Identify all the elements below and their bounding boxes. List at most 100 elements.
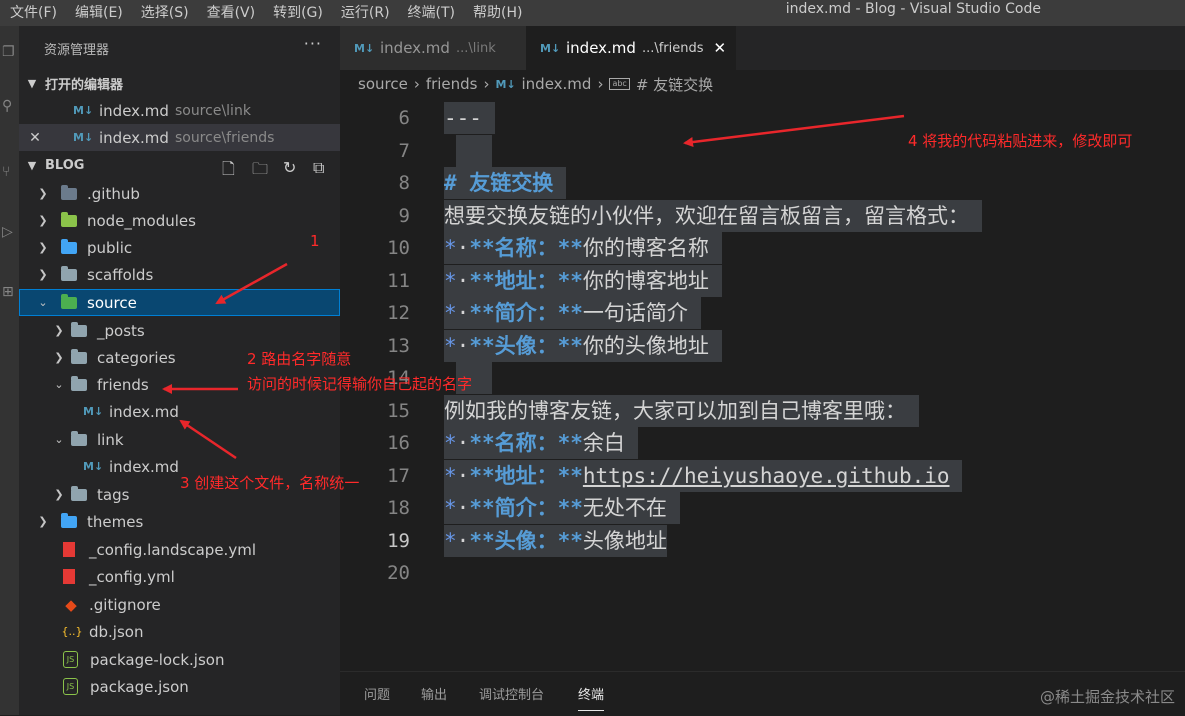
list-bullet: *: [444, 496, 457, 520]
menu-view[interactable]: 查看(V): [197, 4, 264, 22]
watermark: @稀土掘金技术社区: [1039, 688, 1175, 706]
tree-item-config[interactable]: _config.yml: [19, 563, 340, 590]
panel-tab-output[interactable]: 输出: [421, 684, 447, 703]
tree-item-github[interactable]: ❯ .github: [19, 180, 340, 207]
tree-item-label: link: [97, 430, 124, 449]
bold-label: **名称：**: [469, 431, 583, 455]
tree-item-label: categories: [97, 348, 176, 367]
frontmatter-divider: ---: [444, 106, 482, 130]
chevron-right-icon: ❯: [38, 214, 48, 227]
open-editors-header[interactable]: ▼ 打开的编辑器: [19, 70, 340, 97]
tree-item-config-landscape[interactable]: _config.landscape.yml: [19, 536, 340, 563]
blog-folder-title: BLOG: [45, 158, 85, 173]
code-line: 例如我的博客友链，大家可以加到自己博客里哦：: [444, 395, 919, 427]
tree-item-link[interactable]: ⌄ link: [19, 426, 340, 453]
menu-edit[interactable]: 编辑(E): [65, 4, 131, 22]
menu-selection[interactable]: 选择(S): [131, 4, 197, 22]
bold-label: **地址：**: [469, 464, 583, 488]
menu-go[interactable]: 转到(G): [263, 4, 331, 22]
git-icon: ◆: [65, 595, 77, 614]
url-link[interactable]: https://heiyushaoye.github.io: [583, 464, 950, 488]
tree-item-package-lock[interactable]: JS package-lock.json: [19, 646, 340, 673]
annotation-2-line1: 2 路由名字随意: [247, 350, 352, 368]
tab-friends-index[interactable]: M↓ index.md ...\friends ✕: [526, 26, 736, 70]
tree-item-label: db.json: [89, 622, 144, 641]
activity-bar: ❐ ⚲ ⑂ ▷ ⊞: [0, 26, 19, 715]
chevron-right-icon: ❯: [54, 351, 64, 364]
bold-label: **地址：**: [469, 269, 583, 293]
tree-item-label: _posts: [97, 321, 145, 340]
more-actions-icon[interactable]: ···: [304, 34, 322, 53]
markdown-icon: M↓: [495, 77, 516, 91]
list-value: 你的头像地址: [582, 334, 709, 358]
panel-tab-terminal[interactable]: 终端: [578, 684, 605, 711]
github-folder-icon: [61, 184, 77, 200]
explorer-sidebar: 资源管理器 ··· ▼ 打开的编辑器 M↓ index.md source\li…: [19, 26, 340, 715]
explorer-icon[interactable]: ❐: [2, 44, 15, 62]
open-editor-item[interactable]: M↓ index.md source\link: [19, 97, 340, 124]
close-icon[interactable]: ✕: [714, 39, 727, 57]
panel-tab-problems[interactable]: 问题: [364, 684, 390, 703]
chevron-down-icon: ⌄: [54, 433, 64, 446]
chevron-right-icon: ❯: [38, 241, 48, 254]
line-number: 11: [387, 270, 410, 292]
source-control-icon[interactable]: ⑂: [2, 164, 14, 182]
panel-tab-debug-console[interactable]: 调试控制台: [479, 684, 544, 703]
markdown-icon: M↓: [83, 460, 104, 473]
tree-item-source[interactable]: ⌄ source: [19, 289, 340, 316]
menu-run[interactable]: 运行(R): [331, 4, 398, 22]
annotation-1: 1: [310, 232, 320, 250]
list-value: 无处不在: [582, 496, 667, 520]
menu-file[interactable]: 文件(F): [0, 4, 65, 22]
chevron-right-icon: ❯: [54, 488, 64, 501]
line-number: 15: [387, 400, 410, 422]
tree-item-label: .github: [87, 184, 140, 203]
extensions-icon[interactable]: ⊞: [2, 284, 14, 302]
chevron-right-icon: ❯: [38, 268, 48, 281]
chevron-right-icon: ❯: [38, 187, 48, 200]
list-value: 余白: [582, 431, 625, 455]
open-editor-item[interactable]: ✕ M↓ index.md source\friends: [19, 124, 340, 151]
folder-open-icon: [71, 375, 87, 391]
tree-item-scaffolds[interactable]: ❯ scaffolds: [19, 261, 340, 288]
tab-link-index[interactable]: M↓ index.md ...\link: [340, 26, 526, 70]
code-line-empty: [456, 135, 492, 167]
tree-item-gitignore[interactable]: ◆ .gitignore: [19, 591, 340, 618]
open-editor-desc: source\link: [174, 102, 251, 119]
code-line: *·**地址：**https://heiyushaoye.github.io: [444, 460, 963, 492]
annotation-3: 3 创建这个文件，名称统一: [180, 474, 360, 492]
search-icon[interactable]: ⚲: [2, 98, 14, 116]
breadcrumb-item[interactable]: index.md: [522, 75, 592, 93]
tree-item-friends-index[interactable]: M↓ index.md: [19, 398, 340, 425]
breadcrumb-item[interactable]: # 友链交换: [636, 74, 713, 95]
run-debug-icon[interactable]: ▷: [2, 224, 14, 242]
tree-item-db-json[interactable]: {..} db.json: [19, 618, 340, 645]
tree-item-posts[interactable]: ❯ _posts: [19, 317, 340, 344]
menu-terminal[interactable]: 终端(T): [398, 4, 463, 22]
tree-item-label: index.md: [109, 457, 179, 476]
tree-item-public[interactable]: ❯ public: [19, 234, 340, 261]
collapse-all-icon[interactable]: ⧉: [313, 158, 324, 178]
folder-open-icon: [71, 430, 87, 446]
breadcrumb-item[interactable]: friends: [426, 75, 478, 93]
bold-label: **头像：**: [469, 334, 583, 358]
tree-item-node-modules[interactable]: ❯ node_modules: [19, 207, 340, 234]
tree-item-label: package.json: [90, 677, 189, 696]
breadcrumb-item[interactable]: source: [358, 75, 408, 93]
menu-help[interactable]: 帮助(H): [463, 4, 530, 22]
tab-desc: ...\link: [455, 40, 496, 56]
node-folder-icon: [61, 211, 77, 227]
tree-item-themes[interactable]: ❯ themes: [19, 508, 340, 535]
json-icon: {..}: [61, 624, 83, 638]
list-value: 一句话简介: [582, 301, 688, 325]
tree-item-label: _config.landscape.yml: [89, 540, 256, 559]
tree-item-package[interactable]: JS package.json: [19, 673, 340, 700]
list-bullet: *: [444, 236, 457, 260]
chevron-right-icon: ❯: [54, 324, 64, 337]
refresh-icon[interactable]: ↻: [283, 158, 296, 177]
line-number: 20: [387, 562, 410, 584]
list-bullet: *: [444, 301, 457, 325]
close-icon[interactable]: ✕: [19, 130, 51, 146]
tab-bar: M↓ index.md ...\link M↓ index.md ...\fri…: [340, 26, 1185, 70]
tree-item-label: scaffolds: [87, 265, 154, 284]
